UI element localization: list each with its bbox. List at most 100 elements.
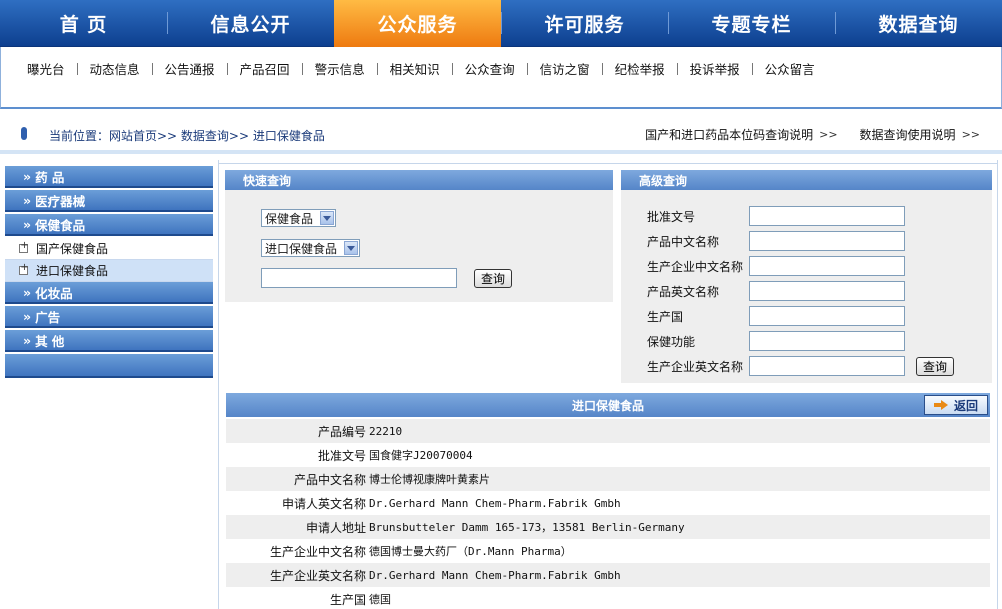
- menu-cat-cosmetics[interactable]: » 化妆品: [5, 282, 213, 304]
- advanced-query-title: 高级查询: [621, 170, 992, 190]
- advanced-search-button[interactable]: 查询: [916, 357, 954, 376]
- field-label: 生产国: [329, 592, 366, 607]
- table-row: 申请人地址 Brunsbutteler Damm 165-173，13581 Be…: [226, 515, 990, 539]
- sub-nav: 曝光台 动态信息 公告通报 产品召回 警示信息 相关知识 公众查询 信访之窗 纪…: [0, 47, 1002, 109]
- breadcrumb-bar: 当前位置：网站首页>> 数据查询>> 进口保健食品 国产和进口药品本位码查询说明…: [0, 121, 1002, 149]
- subcategory-select-value: 进口保健食品: [265, 241, 338, 256]
- menu-cat-health-food[interactable]: » 保健食品: [5, 214, 213, 236]
- arrow-right-icon: [933, 400, 948, 410]
- quick-search-input[interactable]: [261, 268, 457, 288]
- nav-special-topics[interactable]: 专题专栏: [668, 0, 835, 47]
- divider: [997, 160, 998, 609]
- menu-cat-device[interactable]: » 医疗器械: [5, 190, 213, 212]
- menu-cat-other[interactable]: » 其 他: [5, 330, 213, 352]
- quick-query-title: 快速查询: [225, 170, 613, 190]
- subnav-knowledge[interactable]: 相关知识: [378, 59, 452, 78]
- field-label: 生产企业中文名称: [269, 544, 366, 559]
- table-row: 生产企业中文名称 德国博士曼大药厂（Dr.Mann Pharma）: [226, 539, 990, 563]
- nav-info-disclosure[interactable]: 信息公开: [167, 0, 334, 47]
- subnav-exposure[interactable]: 曝光台: [15, 59, 77, 78]
- category-select-value: 保健食品: [265, 211, 314, 226]
- menu-sub-domestic-health-food[interactable]: 国产保健食品: [5, 238, 213, 260]
- approval-number-input[interactable]: [749, 206, 905, 226]
- menu-sub-imported-health-food[interactable]: 进口保健食品: [5, 260, 213, 282]
- double-arrow-icon: »: [23, 168, 32, 184]
- nav-home[interactable]: 首 页: [0, 0, 167, 47]
- menu-cat-label: 保健食品: [35, 217, 86, 233]
- drug-code-help-label: 国产和进口药品本位码查询说明: [645, 128, 814, 142]
- maker-cn-name-label: 生产企业中文名称: [647, 260, 744, 274]
- product-en-name-label: 产品英文名称: [647, 285, 720, 299]
- field-value: Dr.Gerhard Mann Chem-Pharm.Fabrik Gmbh: [369, 496, 621, 510]
- field-label: 申请人英文名称: [281, 496, 366, 511]
- field-value: Brunsbutteler Damm 165-173，13581 Berlin-…: [369, 521, 685, 534]
- field-label: 产品中文名称: [293, 472, 366, 487]
- nav-data-query[interactable]: 数据查询: [835, 0, 1002, 47]
- menu-cat-ads[interactable]: » 广告: [5, 306, 213, 328]
- table-row: 生产国 德国: [226, 587, 990, 609]
- field-value: 22210: [369, 424, 403, 438]
- menu-sub-label: 进口保健食品: [36, 264, 109, 278]
- quick-search-button[interactable]: 查询: [474, 269, 512, 288]
- subnav-petition[interactable]: 信访之窗: [528, 59, 602, 78]
- drug-code-help-link[interactable]: 国产和进口药品本位码查询说明 >>: [645, 126, 837, 143]
- maker-cn-name-input[interactable]: [749, 256, 905, 276]
- field-value: 德国: [369, 593, 391, 606]
- divider: [0, 150, 1002, 154]
- left-menu: »药 品 »医疗器械 »保健食品 国产保健食品 进口保健食品 »化妆品 »广告 …: [5, 166, 213, 378]
- expand-plus-icon: [19, 240, 29, 253]
- subnav-complaint[interactable]: 投诉举报: [678, 59, 752, 78]
- subnav-notices[interactable]: 公告通报: [153, 59, 227, 78]
- top-nav: 首 页 信息公开 公众服务 许可服务 专题专栏 数据查询: [0, 0, 1002, 47]
- menu-cat-drug[interactable]: » 药 品: [5, 166, 213, 188]
- subnav-recall[interactable]: 产品召回: [228, 59, 302, 78]
- nav-permit-service[interactable]: 许可服务: [501, 0, 668, 47]
- expand-plus-icon: [19, 262, 29, 275]
- quick-query-panel: 快速查询 保健食品 进口保健食品 查询: [225, 170, 613, 302]
- double-arrow-icon: »: [23, 284, 32, 300]
- double-arrow-icon: »: [23, 308, 32, 324]
- field-value: 德国博士曼大药厂（Dr.Mann Pharma）: [369, 545, 572, 558]
- query-usage-help-link[interactable]: 数据查询使用说明 >>: [860, 126, 980, 143]
- health-function-input[interactable]: [749, 331, 905, 351]
- health-function-label: 保健功能: [647, 335, 696, 349]
- result-title: 进口保健食品: [226, 393, 990, 417]
- advanced-query-panel: 高级查询 批准文号 产品中文名称 生产企业中文名称 产品英文名称 生产国 保健功…: [621, 170, 992, 383]
- maker-en-name-input[interactable]: [749, 356, 905, 376]
- back-button[interactable]: 返回: [924, 395, 988, 415]
- chevron-down-icon: [344, 241, 358, 255]
- maker-en-name-label: 生产企业英文名称: [647, 360, 744, 374]
- table-row: 批准文号 国食健字J20070004: [226, 443, 990, 467]
- chevron-down-icon: [320, 211, 334, 225]
- menu-cat-label: 广告: [35, 309, 61, 325]
- product-cn-name-input[interactable]: [749, 231, 905, 251]
- category-select[interactable]: 保健食品: [261, 209, 336, 227]
- field-label: 生产企业英文名称: [269, 568, 366, 583]
- menu-footer-bar: [5, 354, 213, 378]
- approval-number-label: 批准文号: [647, 210, 696, 224]
- subnav-warnings[interactable]: 警示信息: [303, 59, 377, 78]
- location-pin-icon: [21, 127, 27, 140]
- subnav-news[interactable]: 动态信息: [78, 59, 152, 78]
- country-label: 生产国: [647, 310, 684, 324]
- menu-cat-label: 化妆品: [35, 285, 73, 301]
- divider: [218, 163, 998, 164]
- back-button-label: 返回: [953, 398, 978, 413]
- subcategory-select[interactable]: 进口保健食品: [261, 239, 360, 257]
- query-usage-help-label: 数据查询使用说明: [859, 128, 956, 142]
- product-en-name-input[interactable]: [749, 281, 905, 301]
- double-arrow-icon: »: [23, 332, 32, 348]
- subnav-public-query[interactable]: 公众查询: [453, 59, 527, 78]
- nav-public-service[interactable]: 公众服务: [334, 0, 501, 47]
- subnav-discipline-report[interactable]: 纪检举报: [603, 59, 677, 78]
- menu-cat-label: 药 品: [35, 169, 65, 185]
- double-chevron-icon: >>: [961, 128, 980, 141]
- subnav-messages[interactable]: 公众留言: [753, 59, 827, 78]
- double-chevron-icon: >>: [819, 128, 838, 141]
- field-label: 产品编号: [317, 424, 366, 439]
- menu-sub-label: 国产保健食品: [36, 242, 109, 256]
- product-cn-name-label: 产品中文名称: [647, 235, 720, 249]
- field-value: Dr.Gerhard Mann Chem-Pharm.Fabrik Gmbh: [369, 568, 621, 582]
- field-label: 批准文号: [317, 448, 366, 463]
- country-input[interactable]: [749, 306, 905, 326]
